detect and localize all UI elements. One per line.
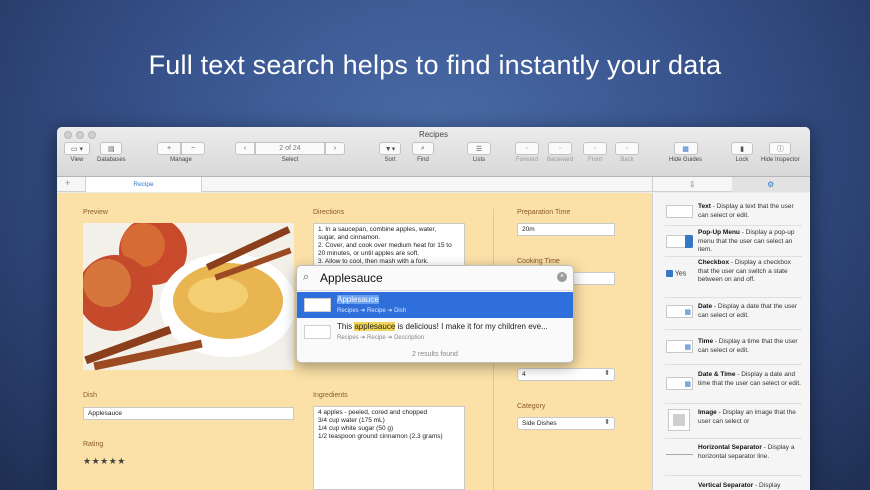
prep-time-field[interactable]: 20m xyxy=(517,223,615,236)
sort-group: ▼▾ Sort xyxy=(379,142,401,163)
search-popover: ⌕ Applesauce × Applesauce Recipes ➔ Reci… xyxy=(296,265,574,363)
divider xyxy=(665,475,802,476)
divider xyxy=(665,256,802,257)
directions-label: Directions xyxy=(313,209,345,216)
inspector-panel: Text - Display a text that the user can … xyxy=(652,193,810,490)
front-button[interactable]: ▫ xyxy=(583,142,607,155)
preview-label: Preview xyxy=(83,209,108,216)
result-thumbnail xyxy=(304,325,331,339)
databases-group: ▤ Databases xyxy=(97,142,126,163)
calendar-icon: ▦ xyxy=(684,381,691,388)
lock-button[interactable]: ▮ xyxy=(731,142,753,155)
image-icon xyxy=(673,414,685,426)
divider xyxy=(665,364,802,365)
search-icon: ⌕ xyxy=(421,144,425,152)
add-tab-button[interactable]: + xyxy=(65,178,70,188)
calendar-icon: ▦ xyxy=(684,309,691,316)
time-preview: ▦ xyxy=(666,340,693,353)
sort-button[interactable]: ▼▾ xyxy=(379,142,401,155)
view-button[interactable]: ▭ ▾ xyxy=(64,142,90,155)
add-record-button[interactable]: + xyxy=(157,142,181,155)
clock-icon: ▦ xyxy=(684,344,691,351)
chevron-updown-icon xyxy=(685,235,693,248)
back-group: ▫ Back xyxy=(615,142,639,163)
tab-bar: + Recipe ⇩ ⚙ xyxy=(57,177,810,192)
rating-stars[interactable]: ★★★★★ xyxy=(83,456,126,467)
backward-group: ▫ Backward xyxy=(547,142,573,163)
select-group: ‹ 2 of 24 › Select xyxy=(235,142,345,163)
list-icon: ☰ xyxy=(475,145,483,153)
hide-inspector-button[interactable]: ⓘ xyxy=(769,142,792,155)
search-query: Applesauce xyxy=(320,271,383,285)
applesauce-image xyxy=(83,223,294,370)
tab-recipe[interactable]: Recipe xyxy=(85,177,202,192)
info-icon: ⓘ xyxy=(776,145,784,153)
hide-guides-button[interactable]: ▦ xyxy=(673,142,698,155)
search-result[interactable]: This applesauce is delicious! I make it … xyxy=(297,319,573,345)
results-count: 2 results found xyxy=(412,351,458,358)
backward-button[interactable]: ▫ xyxy=(548,142,573,155)
search-field[interactable]: ⌕ Applesauce × xyxy=(297,266,573,291)
image-preview xyxy=(668,409,690,431)
prep-time-label: Preparation Time xyxy=(517,209,571,216)
forward-button[interactable]: ▫ xyxy=(515,142,539,155)
record-position: 2 of 24 xyxy=(255,142,325,155)
datetime-preview: ▦ xyxy=(666,377,693,390)
date-preview: ▦ xyxy=(666,305,693,318)
ingredients-label: Ingredients xyxy=(313,392,348,399)
cooking-time-label: Cooking Time xyxy=(517,258,560,265)
clear-search-button[interactable]: × xyxy=(557,272,567,282)
divider xyxy=(665,403,802,404)
databases-button[interactable]: ▤ xyxy=(100,142,123,155)
divider xyxy=(665,329,802,330)
view-group: ▭ ▾ View xyxy=(64,142,90,163)
ingredients-field[interactable]: 4 apples - peeled, cored and chopped 3/4… xyxy=(313,406,465,490)
search-result[interactable]: Applesauce Recipes ➔ Recipe ➔ Dish xyxy=(297,292,573,318)
divider xyxy=(665,225,802,226)
rating-label: Rating xyxy=(83,441,104,448)
dish-field[interactable]: Applesauce xyxy=(83,407,294,420)
separator-preview xyxy=(666,454,693,455)
lists-group: ☰ Lists xyxy=(467,142,491,163)
grid-icon: ▦ xyxy=(682,145,689,153)
result-thumbnail xyxy=(304,298,331,312)
recipe-photo[interactable] xyxy=(83,223,294,370)
popup-preview xyxy=(666,235,693,248)
servings-select[interactable]: 4 xyxy=(517,368,615,381)
window-title: Recipes xyxy=(419,130,448,139)
filter-icon: ▼▾ xyxy=(384,145,396,153)
remove-record-button[interactable]: − xyxy=(181,142,205,155)
front-group: ▫ Front xyxy=(583,142,607,163)
fields-tab[interactable]: ⇩ xyxy=(653,177,732,192)
find-button[interactable]: ⌕ xyxy=(412,142,434,155)
divider xyxy=(665,297,802,298)
text-field-preview xyxy=(666,205,693,218)
checkbox-checked-icon xyxy=(666,270,673,277)
lists-button[interactable]: ☰ xyxy=(467,142,491,155)
hide-guides-group: ▦ Hide Guides xyxy=(669,142,702,163)
divider xyxy=(665,438,802,439)
dish-label: Dish xyxy=(83,392,98,399)
category-select[interactable]: Side Dishes xyxy=(517,417,615,430)
titlebar: Recipes ▭ ▾ View ▤ Databases + − Manage … xyxy=(57,127,810,177)
manage-group: + − Manage xyxy=(157,142,205,163)
previous-record-button[interactable]: ‹ xyxy=(235,142,255,155)
inspector-tabs: ⇩ ⚙ xyxy=(652,177,810,192)
find-group: ⌕ Find xyxy=(412,142,434,163)
headline: Full text search helps to find instantly… xyxy=(148,50,722,80)
next-record-button[interactable]: › xyxy=(325,142,345,155)
lock-icon: ▮ xyxy=(740,145,744,153)
hide-inspector-group: ⓘ Hide Inspector xyxy=(761,142,800,163)
forward-group: ▫ Forward xyxy=(515,142,539,163)
category-label: Category xyxy=(517,403,546,410)
settings-tab[interactable]: ⚙ xyxy=(731,177,810,192)
lock-group: ▮ Lock xyxy=(731,142,753,163)
back-button[interactable]: ▫ xyxy=(615,142,639,155)
search-icon: ⌕ xyxy=(303,271,310,283)
